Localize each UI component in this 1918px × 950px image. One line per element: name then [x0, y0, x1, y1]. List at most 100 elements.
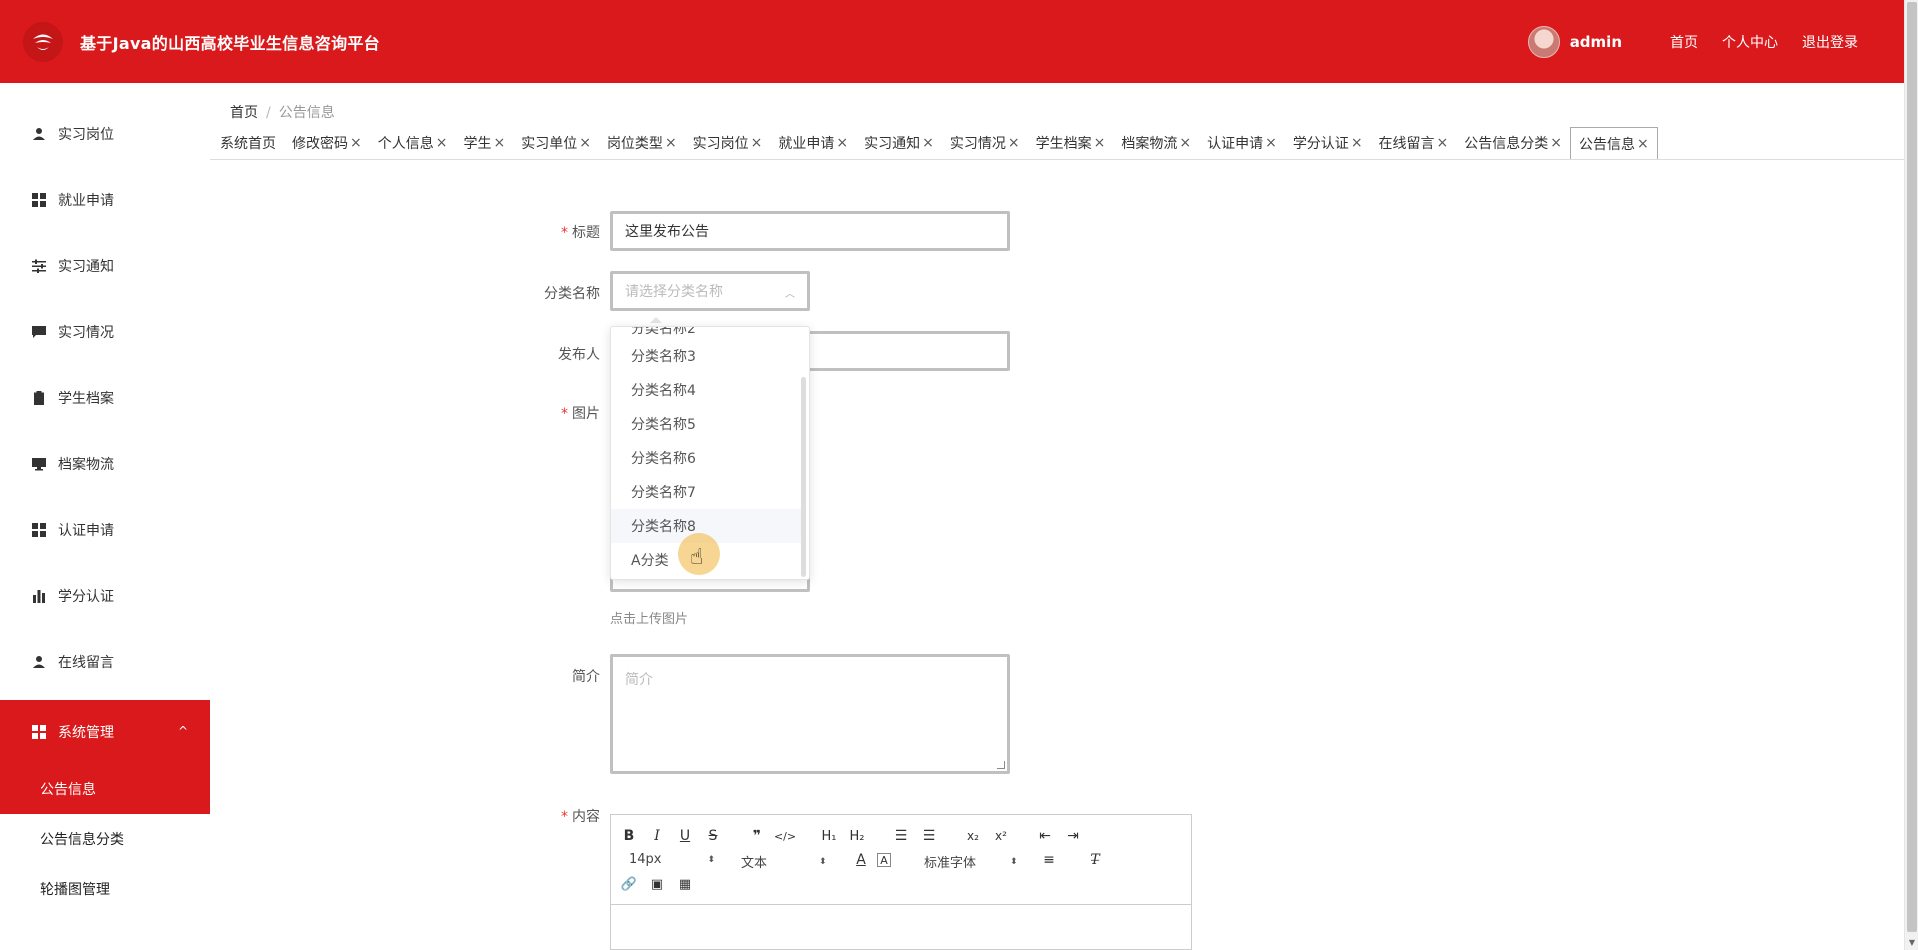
rich-text-editor[interactable]: B I U S ❞ </> H₁ H₂ ☰ ☰ x₂ x² ⇤ ⇥ 14px ⬍ … [610, 814, 1192, 950]
dropdown-scrollbar[interactable] [801, 377, 806, 577]
close-icon[interactable]: × [1550, 135, 1562, 151]
tab-item[interactable]: 实习岗位 × [685, 127, 771, 159]
header-link-profile[interactable]: 个人中心 [1722, 32, 1778, 52]
close-icon[interactable]: × [1637, 136, 1649, 152]
tab-item[interactable]: 公告信息分类 × [1456, 127, 1570, 159]
header-link-logout[interactable]: 退出登录 [1802, 32, 1858, 52]
dropdown-option[interactable]: 分类名称6 [611, 441, 801, 475]
page-scrollbar-thumb[interactable] [1907, 2, 1917, 932]
close-icon[interactable]: × [836, 135, 848, 151]
sidebar-item-label: 在线留言 [58, 655, 114, 671]
sidebar-item-student-archive[interactable]: 学生档案 [0, 365, 210, 431]
bold-button[interactable]: B [618, 826, 640, 846]
tab-item[interactable]: 实习情况 × [942, 127, 1028, 159]
sidebar-item-cert-apply[interactable]: 认证申请 [0, 497, 210, 563]
h2-button[interactable]: H₂ [846, 826, 868, 846]
header-select[interactable]: 文本 ⬍ [741, 852, 829, 871]
close-icon[interactable]: × [1437, 135, 1449, 151]
bullet-list-icon[interactable]: ☰ [918, 826, 940, 846]
dropdown-option[interactable]: 分类名称7 [611, 475, 801, 509]
grid-icon [32, 193, 46, 207]
indent-icon[interactable]: ⇥ [1062, 826, 1084, 846]
tab-item[interactable]: 学生档案 × [1028, 127, 1114, 159]
sidebar-item-system-management[interactable]: 系统管理 ^ [0, 700, 210, 764]
grid-icon [32, 523, 46, 537]
dropdown-option[interactable]: 分类名称5 [611, 407, 801, 441]
h1-button[interactable]: H₁ [818, 826, 840, 846]
close-icon[interactable]: × [1094, 135, 1106, 151]
close-icon[interactable]: × [922, 135, 934, 151]
category-select[interactable]: 请选择分类名称 ︿ [610, 271, 810, 311]
tab-item[interactable]: 岗位类型 × [599, 127, 685, 159]
intro-textarea[interactable]: 简介 [610, 654, 1010, 774]
close-icon[interactable]: × [579, 135, 591, 151]
dropdown-option[interactable]: 分类名称3 [611, 339, 801, 373]
close-icon[interactable]: × [1008, 135, 1020, 151]
close-icon[interactable]: × [751, 135, 763, 151]
tab-item[interactable]: 在线留言 × [1371, 127, 1457, 159]
align-icon[interactable]: ≡ [1038, 850, 1060, 870]
tab-item[interactable]: 就业申请 × [770, 127, 856, 159]
italic-button[interactable]: I [646, 826, 668, 846]
clean-format-icon[interactable]: T̶ [1084, 850, 1106, 870]
sidebar-item-online-message[interactable]: 在线留言 [0, 629, 210, 695]
sidebar: 实习岗位 就业申请 实习通知 实习情况 学生档案 档案物流 认证申请 学分认证 … [0, 83, 210, 950]
sidebar-subitem-announcement-category[interactable]: 公告信息分类 [0, 814, 210, 864]
image-icon[interactable]: ▣ [646, 874, 668, 894]
ordered-list-icon[interactable]: ☰ [890, 826, 912, 846]
page-scrollbar[interactable]: ▼ [1904, 0, 1918, 950]
strike-button[interactable]: S [702, 826, 724, 846]
header-link-home[interactable]: 首页 [1670, 32, 1698, 52]
tab-item[interactable]: 档案物流 × [1113, 127, 1199, 159]
upload-hint[interactable]: 点击上传图片 [610, 608, 688, 627]
breadcrumb-current: 公告信息 [278, 105, 335, 121]
underline-button[interactable]: U [674, 826, 696, 846]
sidebar-item-archive-logistics[interactable]: 档案物流 [0, 431, 210, 497]
superscript-button[interactable]: x² [990, 826, 1012, 846]
resize-handle-icon[interactable] [997, 761, 1005, 769]
font-family-select[interactable]: 标准字体 ⬍ [924, 852, 1020, 871]
sidebar-item-label: 实习岗位 [58, 127, 114, 143]
background-color-icon[interactable]: A [877, 853, 891, 867]
blockquote-icon[interactable]: ❞ [746, 826, 768, 846]
sidebar-subitem-carousel[interactable]: 轮播图管理 [0, 864, 210, 914]
sidebar-item-internship-status[interactable]: 实习情况 [0, 299, 210, 365]
link-icon[interactable]: 🔗 [618, 874, 640, 894]
sidebar-subitem-announcement[interactable]: 公告信息 [0, 764, 210, 814]
code-block-icon[interactable]: </> [774, 826, 796, 846]
tab-label: 档案物流 [1121, 136, 1178, 152]
outdent-icon[interactable]: ⇤ [1034, 826, 1056, 846]
sidebar-item-employment-apply[interactable]: 就业申请 [0, 167, 210, 233]
scroll-down-icon[interactable]: ▼ [1905, 936, 1918, 950]
font-color-icon[interactable]: A [850, 850, 872, 870]
sidebar-item-internship-notice[interactable]: 实习通知 [0, 233, 210, 299]
close-icon[interactable]: × [493, 135, 505, 151]
tab-item[interactable]: 实习单位 × [513, 127, 599, 159]
breadcrumb-home[interactable]: 首页 [230, 105, 258, 121]
close-icon[interactable]: × [1265, 135, 1277, 151]
tab-item[interactable]: 修改密码 × [284, 127, 370, 159]
tab-item[interactable]: 认证申请 × [1199, 127, 1285, 159]
tab-item[interactable]: 个人信息 × [370, 127, 456, 159]
close-icon[interactable]: × [436, 135, 448, 151]
title-input[interactable]: 这里发布公告 [610, 211, 1010, 251]
close-icon[interactable]: × [350, 135, 362, 151]
breadcrumb-separator: / [266, 105, 271, 121]
tab-item[interactable]: 公告信息 × [1570, 127, 1658, 159]
subscript-button[interactable]: x₂ [962, 826, 984, 846]
close-icon[interactable]: × [665, 135, 677, 151]
avatar[interactable] [1527, 26, 1560, 58]
sidebar-item-credit-cert[interactable]: 学分认证 [0, 563, 210, 629]
tab-item[interactable]: 系统首页 [212, 127, 284, 159]
video-icon[interactable]: ▦ [674, 874, 696, 894]
sidebar-item-internship-post[interactable]: 实习岗位 [0, 101, 210, 167]
tab-label: 认证申请 [1207, 136, 1264, 152]
dropdown-option[interactable]: 分类名称4 [611, 373, 801, 407]
tab-label: 在线留言 [1378, 136, 1435, 152]
close-icon[interactable]: × [1179, 135, 1191, 151]
close-icon[interactable]: × [1351, 135, 1363, 151]
tab-item[interactable]: 实习通知 × [856, 127, 942, 159]
tab-item[interactable]: 学生 × [455, 127, 513, 159]
tab-item[interactable]: 学分认证 × [1285, 127, 1371, 159]
font-size-select[interactable]: 14px ⬍ [629, 852, 717, 867]
